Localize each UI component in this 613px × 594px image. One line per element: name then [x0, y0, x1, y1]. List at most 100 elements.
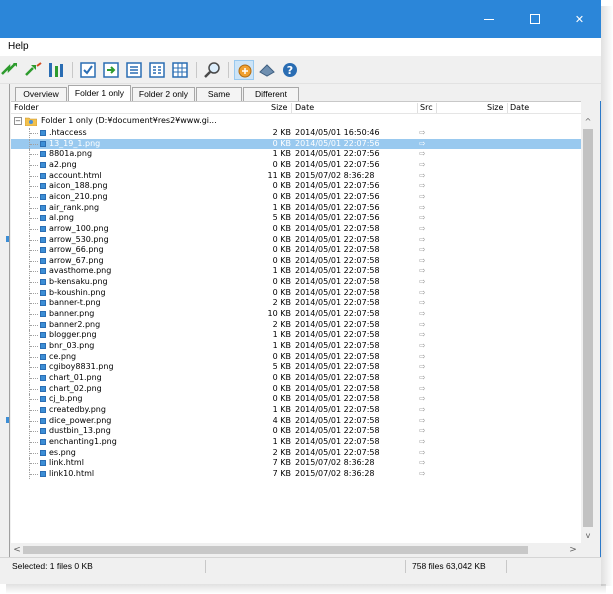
col-date[interactable]: Date	[295, 102, 314, 114]
table-row[interactable]: b-koushin.png 0 KB 2014/05/01 22:07:58 ⇨	[11, 287, 581, 298]
copy-right-arrow-icon[interactable]: ⇨	[419, 426, 426, 436]
copy-right-arrow-icon[interactable]: ⇨	[419, 416, 426, 426]
tree-root-row[interactable]: − Folder 1 only (D:¥document¥res2¥www.gi…	[11, 116, 581, 127]
table-row[interactable]: 8801a.png 1 KB 2014/05/01 22:07:56 ⇨	[11, 149, 581, 160]
copy-right-arrow-icon[interactable]: ⇨	[419, 139, 426, 149]
copy-right-arrow-icon[interactable]: ⇨	[419, 224, 426, 234]
list-view-icon[interactable]	[124, 60, 144, 80]
copy-right-arrow-icon[interactable]: ⇨	[419, 288, 426, 298]
copy-right-arrow-icon[interactable]: ⇨	[419, 437, 426, 447]
copy-right-arrow-icon[interactable]: ⇨	[419, 469, 426, 479]
merge-icon[interactable]	[46, 60, 66, 80]
sync-arrows-icon[interactable]	[0, 60, 20, 80]
tab-folder-1-only[interactable]: Folder 1 only	[68, 85, 131, 101]
table-row[interactable]: 13_19_1.png 0 KB 2014/05/01 22:07:56 ⇨	[11, 138, 581, 149]
copy-right-arrow-icon[interactable]: ⇨	[419, 309, 426, 319]
folder-view-icon[interactable]	[257, 60, 277, 80]
table-row[interactable]: link10.html 7 KB 2015/07/02 8:36:28 ⇨	[11, 468, 581, 479]
col-size[interactable]: Size	[271, 102, 287, 114]
vertical-scroll-thumb[interactable]	[583, 129, 593, 527]
copy-right-arrow-icon[interactable]: ⇨	[419, 245, 426, 255]
copy-right-arrow-icon[interactable]: ⇨	[419, 458, 426, 468]
menu-help[interactable]: Help	[8, 41, 29, 52]
table-row[interactable]: arrow_67.png 0 KB 2014/05/01 22:07:58 ⇨	[11, 255, 581, 266]
table-row[interactable]: banner2.png 2 KB 2014/05/01 22:07:58 ⇨	[11, 319, 581, 330]
export-icon[interactable]	[101, 60, 121, 80]
table-row[interactable]: arrow_66.png 0 KB 2014/05/01 22:07:58 ⇨	[11, 245, 581, 256]
scroll-down-button[interactable]: v	[581, 529, 595, 543]
copy-right-arrow-icon[interactable]: ⇨	[419, 128, 426, 138]
column-separator[interactable]	[436, 103, 437, 113]
copy-right-arrow-icon[interactable]: ⇨	[419, 352, 426, 362]
minimize-button[interactable]	[466, 0, 511, 38]
copy-right-arrow-icon[interactable]: ⇨	[419, 448, 426, 458]
table-row[interactable]: aicon_210.png 0 KB 2014/05/01 22:07:56 ⇨	[11, 191, 581, 202]
col-folder[interactable]: Folder	[14, 102, 39, 114]
table-row[interactable]: aicon_188.png 0 KB 2014/05/01 22:07:56 ⇨	[11, 181, 581, 192]
column-separator[interactable]	[417, 103, 418, 113]
scroll-up-button[interactable]: ^	[581, 115, 595, 129]
copy-right-arrow-icon[interactable]: ⇨	[419, 213, 426, 223]
table-row[interactable]: banner.png 10 KB 2014/05/01 22:07:58 ⇨	[11, 309, 581, 320]
detail-view-icon[interactable]	[147, 60, 167, 80]
table-row[interactable]: arrow_100.png 0 KB 2014/05/01 22:07:58 ⇨	[11, 223, 581, 234]
search-icon[interactable]	[202, 60, 222, 80]
copy-right-arrow-icon[interactable]: ⇨	[419, 149, 426, 159]
copy-right-arrow-icon[interactable]: ⇨	[419, 181, 426, 191]
tab-same[interactable]: Same	[196, 87, 242, 101]
horizontal-scrollbar[interactable]: < >	[11, 543, 581, 557]
grid-view-icon[interactable]	[170, 60, 190, 80]
col-src[interactable]: Src	[420, 102, 433, 114]
copy-right-arrow-icon[interactable]: ⇨	[419, 373, 426, 383]
tab-overview[interactable]: Overview	[15, 87, 67, 101]
table-row[interactable]: arrow_530.png 0 KB 2014/05/01 22:07:58 ⇨	[11, 234, 581, 245]
table-row[interactable]: al.png 5 KB 2014/05/01 22:07:56 ⇨	[11, 213, 581, 224]
help-icon[interactable]: ?	[280, 60, 300, 80]
table-row[interactable]: bnr_03.png 1 KB 2014/05/01 22:07:58 ⇨	[11, 341, 581, 351]
copy-right-arrow-icon[interactable]: ⇨	[419, 171, 426, 181]
table-row[interactable]: a2.png 0 KB 2014/05/01 22:07:56 ⇨	[11, 159, 581, 170]
check-icon[interactable]	[78, 60, 98, 80]
horizontal-scroll-thumb[interactable]	[23, 546, 528, 554]
copy-right-arrow-icon[interactable]: ⇨	[419, 277, 426, 287]
vertical-scrollbar[interactable]: ^ v	[581, 101, 595, 543]
title-bar[interactable]: ✕	[0, 0, 601, 38]
table-row[interactable]: account.html 11 KB 2015/07/02 8:36:28 ⇨	[11, 170, 581, 181]
close-button[interactable]: ✕	[557, 0, 602, 38]
copy-right-arrow-icon[interactable]: ⇨	[419, 235, 426, 245]
table-row[interactable]: .htaccess 2 KB 2014/05/01 16:50:46 ⇨	[11, 128, 581, 138]
column-separator[interactable]	[507, 103, 508, 113]
table-row[interactable]: createdby.png 1 KB 2014/05/01 22:07:58 ⇨	[11, 404, 581, 415]
table-row[interactable]: link.html 7 KB 2015/07/02 8:36:28 ⇨	[11, 458, 581, 469]
table-row[interactable]: cgiboy8831.png 5 KB 2014/05/01 22:07:58 ⇨	[11, 362, 581, 373]
copy-right-arrow-icon[interactable]: ⇨	[419, 362, 426, 372]
copy-right-arrow-icon[interactable]: ⇨	[419, 256, 426, 266]
table-row[interactable]: cj_b.png 0 KB 2014/05/01 22:07:58 ⇨	[11, 394, 581, 405]
copy-arrows-icon[interactable]	[23, 60, 43, 80]
copy-right-arrow-icon[interactable]: ⇨	[419, 394, 426, 404]
table-row[interactable]: air_rank.png 1 KB 2014/05/01 22:07:56 ⇨	[11, 202, 581, 213]
tab-folder-2-only[interactable]: Folder 2 only	[132, 87, 195, 101]
scroll-right-button[interactable]: >	[567, 543, 579, 557]
table-row[interactable]: ce.png 0 KB 2014/05/01 22:07:58 ⇨	[11, 351, 581, 362]
table-row[interactable]: dice_power.png 4 KB 2014/05/01 22:07:58 ⇨	[11, 415, 581, 426]
copy-right-arrow-icon[interactable]: ⇨	[419, 203, 426, 213]
tab-different[interactable]: Different	[243, 87, 299, 101]
table-row[interactable]: es.png 2 KB 2014/05/01 22:07:58 ⇨	[11, 447, 581, 458]
table-row[interactable]: enchanting1.png 1 KB 2014/05/01 22:07:58 ⇨	[11, 436, 581, 447]
file-list[interactable]: Folder Size Date Src Size Date − Folder …	[11, 101, 581, 543]
copy-right-arrow-icon[interactable]: ⇨	[419, 341, 426, 351]
table-row[interactable]: dustbin_13.png 0 KB 2014/05/01 22:07:58 ⇨	[11, 426, 581, 437]
copy-right-arrow-icon[interactable]: ⇨	[419, 384, 426, 394]
filter-icon[interactable]	[234, 60, 254, 80]
collapse-icon[interactable]: −	[14, 117, 22, 125]
copy-right-arrow-icon[interactable]: ⇨	[419, 298, 426, 308]
table-row[interactable]: chart_02.png 0 KB 2014/05/01 22:07:58 ⇨	[11, 383, 581, 394]
table-row[interactable]: banner-t.png 2 KB 2014/05/01 22:07:58 ⇨	[11, 298, 581, 309]
col-size-2[interactable]: Size	[487, 102, 503, 114]
column-separator[interactable]	[291, 103, 292, 113]
maximize-button[interactable]	[512, 0, 557, 38]
copy-right-arrow-icon[interactable]: ⇨	[419, 192, 426, 202]
copy-right-arrow-icon[interactable]: ⇨	[419, 330, 426, 340]
copy-right-arrow-icon[interactable]: ⇨	[419, 160, 426, 170]
